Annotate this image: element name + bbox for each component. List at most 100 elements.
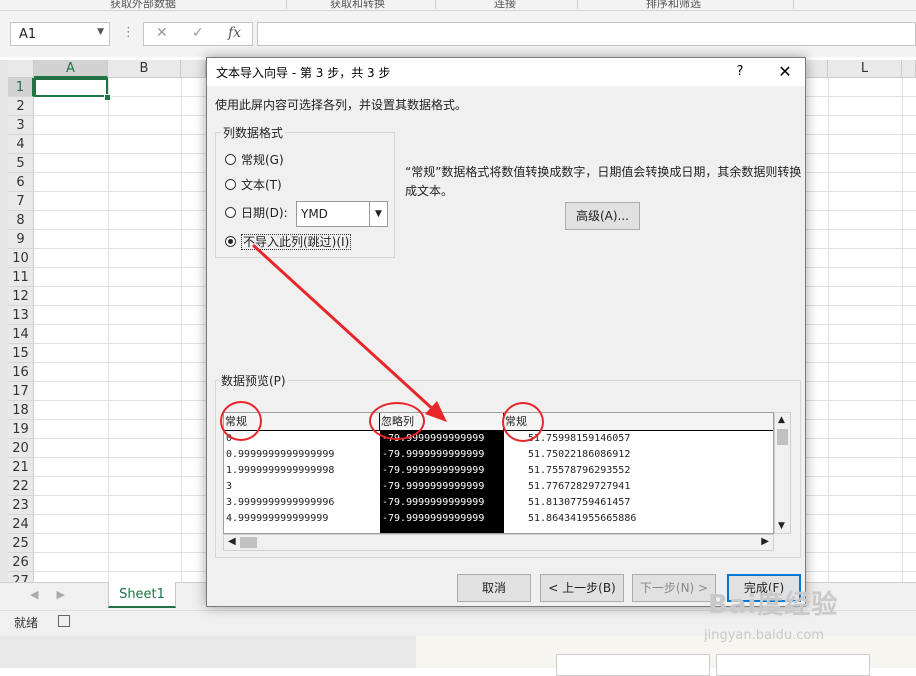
row-header[interactable]: 11	[8, 268, 34, 287]
row-header[interactable]: 19	[8, 420, 34, 439]
radio-circle[interactable]	[225, 207, 236, 218]
data-preview-table[interactable]: 常规 忽略列 常规 0 -79.9999999999999 51.759981591…	[223, 412, 774, 534]
column-header-l[interactable]: L	[828, 60, 902, 78]
column-header[interactable]	[181, 60, 206, 78]
preview-cell: 51.77672829727941	[528, 481, 631, 492]
ribbon-group-connections[interactable]: 连接	[494, 0, 516, 11]
sheet-tab-sheet1[interactable]: Sheet1	[108, 582, 176, 608]
grid-column-line	[828, 78, 829, 582]
help-button[interactable]: ?	[729, 61, 751, 83]
preview-cell: -79.9999999999999	[382, 497, 485, 508]
row-header[interactable]: 22	[8, 477, 34, 496]
select-all-corner[interactable]	[8, 60, 34, 78]
row-header[interactable]: 2	[8, 97, 34, 116]
row-header[interactable]: 6	[8, 173, 34, 192]
radio-circle[interactable]	[225, 179, 236, 190]
next-button[interactable]: 下一步(N) >	[632, 574, 716, 602]
radio-circle-selected[interactable]	[225, 236, 236, 247]
sheet-nav-arrows[interactable]: ◀▶	[30, 588, 83, 601]
row-header[interactable]: 24	[8, 515, 34, 534]
cancel-button[interactable]: 取消	[457, 574, 531, 602]
column-header-a[interactable]: A	[34, 60, 108, 78]
ribbon-group-labels: 获取外部数据 获取和转换 连接 排序和筛选	[0, 0, 916, 11]
row-header[interactable]: 17	[8, 382, 34, 401]
row-header[interactable]: 4	[8, 135, 34, 154]
chevron-right-icon[interactable]: ▶	[761, 536, 769, 547]
radio-label: 常规(G)	[241, 153, 284, 167]
row-header[interactable]: 25	[8, 534, 34, 553]
page-button[interactable]	[556, 654, 710, 676]
insert-function-icon[interactable]: fx	[228, 25, 241, 41]
row-header[interactable]: 13	[8, 306, 34, 325]
row-header[interactable]: 5	[8, 154, 34, 173]
focus-outline: 不导入此列(跳过)(I)	[241, 234, 352, 250]
ribbon-separator	[793, 0, 794, 9]
name-box[interactable]: A1 ▼	[10, 22, 110, 46]
preview-column-header[interactable]: 常规	[504, 413, 773, 430]
selected-cell-a1[interactable]	[34, 78, 108, 97]
chevron-down-icon[interactable]: ▼	[778, 521, 785, 531]
advanced-button[interactable]: 高级(A)...	[565, 202, 640, 230]
dialog-instruction: 使用此屏内容可选择各列，并设置其数据格式。	[215, 98, 468, 112]
page-button[interactable]	[716, 654, 870, 676]
format-description: “常规”数据格式将数值转换成数字，日期值会转换成日期，其余数据则转换成文本。	[405, 165, 802, 198]
row-header[interactable]: 12	[8, 287, 34, 306]
radio-label: 不导入此列(跳过)(I)	[241, 233, 352, 251]
dialog-titlebar[interactable]: 文本导入向导 - 第 3 步，共 3 步 ? ✕	[207, 58, 805, 86]
chevron-down-icon[interactable]: ▼	[369, 202, 387, 226]
ribbon-group-get-transform[interactable]: 获取和转换	[330, 0, 385, 11]
row-header[interactable]: 1	[8, 78, 34, 97]
enter-icon[interactable]: ✓	[192, 25, 204, 41]
row-header[interactable]: 15	[8, 344, 34, 363]
back-button[interactable]: < 上一步(B)	[540, 574, 624, 602]
ribbon-group-sort-filter[interactable]: 排序和筛选	[646, 0, 701, 11]
preview-horizontal-scrollbar[interactable]: ◀ ▶	[223, 534, 774, 551]
preview-cell: -79.9999999999999	[382, 513, 485, 524]
preview-cell: -79.9999999999999	[382, 465, 485, 476]
date-format-select[interactable]: YMD ▼	[296, 201, 388, 227]
close-icon[interactable]: ✕	[773, 61, 797, 83]
preview-cell: -79.9999999999999	[382, 449, 485, 460]
radio-circle[interactable]	[225, 154, 236, 165]
row-header[interactable]: 23	[8, 496, 34, 515]
chevron-up-icon[interactable]: ▲	[778, 415, 785, 425]
preview-header-row: 常规 忽略列 常规	[224, 413, 773, 431]
ribbon-separator	[435, 0, 436, 9]
row-header[interactable]: 10	[8, 249, 34, 268]
chevron-left-icon[interactable]: ◀	[228, 536, 236, 547]
formula-input[interactable]	[257, 22, 916, 46]
column-header[interactable]	[902, 60, 916, 78]
row-header[interactable]: 14	[8, 325, 34, 344]
text-import-wizard-dialog: 文本导入向导 - 第 3 步，共 3 步 ? ✕ 使用此屏内容可选择各列，并设置…	[206, 57, 806, 607]
column-header[interactable]	[806, 60, 828, 78]
scroll-thumb[interactable]	[240, 537, 257, 548]
scroll-thumb[interactable]	[777, 429, 788, 445]
preview-cell: 51.75998159146057	[528, 433, 631, 444]
chevron-down-icon[interactable]: ▼	[97, 27, 104, 37]
dialog-title: 文本导入向导 - 第 3 步，共 3 步	[216, 66, 391, 80]
row-header[interactable]: 21	[8, 458, 34, 477]
ribbon-separator	[577, 0, 578, 9]
preview-cell: 1.9999999999999998	[226, 465, 335, 476]
preview-vertical-scrollbar[interactable]: ▲ ▼	[774, 412, 791, 534]
ribbon-group-external-data[interactable]: 获取外部数据	[110, 0, 176, 11]
watermark-logo: Bai度经验	[708, 590, 839, 620]
row-header[interactable]: 18	[8, 401, 34, 420]
more-options-icon[interactable]: ⋮	[122, 25, 135, 40]
row-header[interactable]: 20	[8, 439, 34, 458]
formula-buttons: ✕ ✓ fx	[143, 22, 253, 46]
data-preview-legend: 数据预览(P)	[219, 372, 288, 389]
row-header[interactable]: 9	[8, 230, 34, 249]
fill-handle[interactable]	[104, 94, 111, 101]
name-box-value: A1	[19, 27, 37, 42]
row-header[interactable]: 7	[8, 192, 34, 211]
cancel-icon[interactable]: ✕	[156, 25, 168, 41]
row-header[interactable]: 16	[8, 363, 34, 382]
row-header[interactable]: 8	[8, 211, 34, 230]
row-header[interactable]: 26	[8, 553, 34, 572]
row-header[interactable]: 3	[8, 116, 34, 135]
column-header-b[interactable]: B	[108, 60, 181, 78]
ribbon-separator	[286, 0, 287, 9]
preview-cell: 0.9999999999999999	[226, 449, 335, 460]
macro-record-icon[interactable]	[58, 615, 70, 627]
